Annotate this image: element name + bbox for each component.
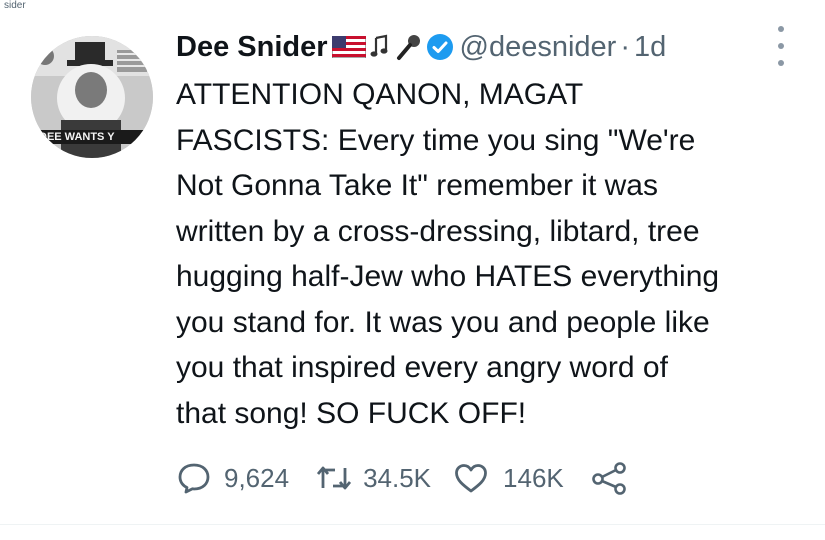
reply-button[interactable]: 9,624 bbox=[176, 461, 315, 495]
avatar[interactable]: DEE WANTS Y bbox=[31, 36, 153, 158]
heart-icon bbox=[455, 464, 487, 493]
verified-badge-icon bbox=[426, 33, 454, 61]
share-icon bbox=[591, 462, 626, 495]
like-button[interactable]: 146K bbox=[453, 462, 590, 494]
display-name[interactable]: Dee Snider bbox=[176, 31, 328, 64]
reply-icon bbox=[178, 463, 210, 494]
avatar-caption: DEE WANTS Y bbox=[39, 131, 115, 143]
tweet-header: Dee Snider @deesnider · 1d bbox=[176, 24, 666, 70]
us-flag-icon bbox=[331, 36, 366, 58]
divider bbox=[0, 524, 825, 525]
like-count: 146K bbox=[503, 462, 564, 493]
tweet-actions: 9,624 34.5K 146K bbox=[176, 456, 630, 500]
retweet-icon bbox=[317, 466, 352, 490]
tweet[interactable]: DEE WANTS Y Dee Snider @deesnider · 1d A… bbox=[0, 0, 825, 525]
timestamp[interactable]: 1d bbox=[634, 31, 666, 64]
separator-dot: · bbox=[620, 30, 630, 63]
reply-count: 9,624 bbox=[224, 462, 290, 493]
share-button[interactable] bbox=[590, 461, 630, 495]
retweet-button[interactable]: 34.5K bbox=[315, 462, 453, 494]
microphone-icon bbox=[396, 33, 422, 61]
tweet-text: ATTENTION QANON, MAGAT FASCISTS: Every t… bbox=[176, 78, 720, 430]
user-handle[interactable]: @deesnider bbox=[460, 31, 617, 64]
more-options-icon[interactable] bbox=[770, 26, 792, 66]
music-notes-icon bbox=[370, 34, 392, 60]
retweet-count: 34.5K bbox=[363, 462, 432, 493]
